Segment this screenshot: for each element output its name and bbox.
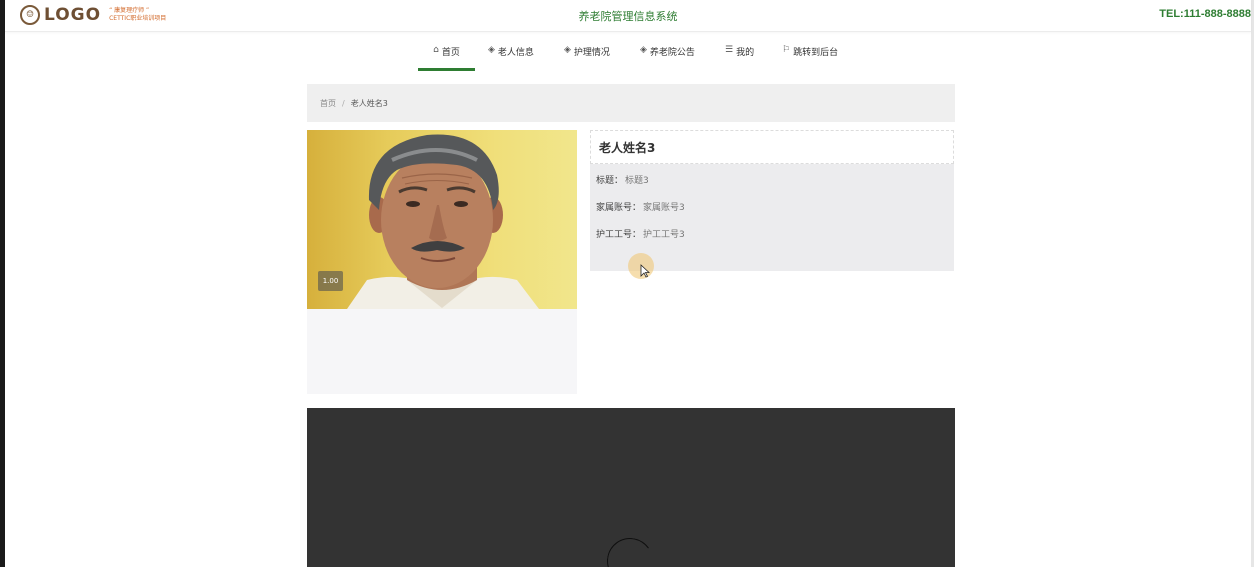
mouse-cursor-icon <box>640 264 650 278</box>
nav-item-label: 护理情况 <box>573 48 610 58</box>
breadcrumb: 首页 / 老人姓名3 <box>307 84 955 122</box>
field-value: 标题3 <box>625 176 649 186</box>
nav-item-label: 我的 <box>736 48 755 58</box>
field-value: 家属账号3 <box>643 203 685 213</box>
box-icon: ◈ <box>640 45 647 55</box>
nav-item-nursing[interactable]: ◈ 护理情况 <box>564 40 610 70</box>
nav-item-label: 首页 <box>441 48 460 58</box>
elder-name: 老人姓名3 <box>599 140 656 155</box>
photo-panel: 1.00 <box>307 130 577 394</box>
breadcrumb-separator: / <box>342 98 345 108</box>
field-label: 家属账号： <box>596 203 642 213</box>
box-icon: ◈ <box>488 45 495 55</box>
loading-spinner-icon <box>603 534 657 567</box>
elder-photo[interactable]: 1.00 <box>307 130 577 309</box>
top-header-bar: ☺ LOGO “ 康复理疗师 ” CETTIC职业培训项目 养老院管理信息系统 … <box>5 0 1251 32</box>
nav-item-mine[interactable]: ☰ 我的 <box>725 40 754 70</box>
nav-item-home[interactable]: ⌂ 首页 <box>418 40 475 71</box>
detail-panel: 老人姓名3 标题： 标题3 家属账号： 家属账号3 护工工号： 护工工号3 <box>590 130 954 271</box>
field-label: 标题： <box>596 176 624 186</box>
window-left-edge <box>0 0 5 567</box>
breadcrumb-current: 老人姓名3 <box>350 98 388 108</box>
detail-field: 家属账号： 家属账号3 <box>596 200 685 213</box>
nav-item-label: 老人信息 <box>497 48 534 58</box>
detail-field: 标题： 标题3 <box>596 173 649 186</box>
video-player[interactable] <box>307 408 955 567</box>
nav-item-admin[interactable]: ⚐ 跳转到后台 <box>782 40 838 70</box>
site-title: 养老院管理信息系统 <box>578 10 678 23</box>
flag-icon: ⚐ <box>782 45 791 55</box>
home-icon: ⌂ <box>433 45 439 55</box>
phone-number: TEL:111-888-8888 <box>1159 8 1251 20</box>
portrait-illustration <box>347 134 539 309</box>
detail-field: 护工工号： 护工工号3 <box>596 227 685 240</box>
box-icon: ◈ <box>564 45 571 55</box>
nav-item-label: 跳转到后台 <box>793 48 839 58</box>
zoom-badge: 1.00 <box>318 271 343 291</box>
breadcrumb-home[interactable]: 首页 <box>320 98 336 109</box>
field-value: 护工工号3 <box>643 230 685 240</box>
nav-item-elder-info[interactable]: ◈ 老人信息 <box>488 40 534 70</box>
field-label: 护工工号： <box>596 230 642 240</box>
main-nav: ⌂ 首页 ◈ 老人信息 ◈ 护理情况 ◈ 养老院公告 ☰ 我的 ⚐ 跳转到后台 <box>0 40 1254 72</box>
detail-title: 老人姓名3 <box>590 130 954 164</box>
nav-item-label: 养老院公告 <box>649 48 695 58</box>
menu-icon: ☰ <box>725 45 734 55</box>
nav-item-announcements[interactable]: ◈ 养老院公告 <box>640 40 695 70</box>
